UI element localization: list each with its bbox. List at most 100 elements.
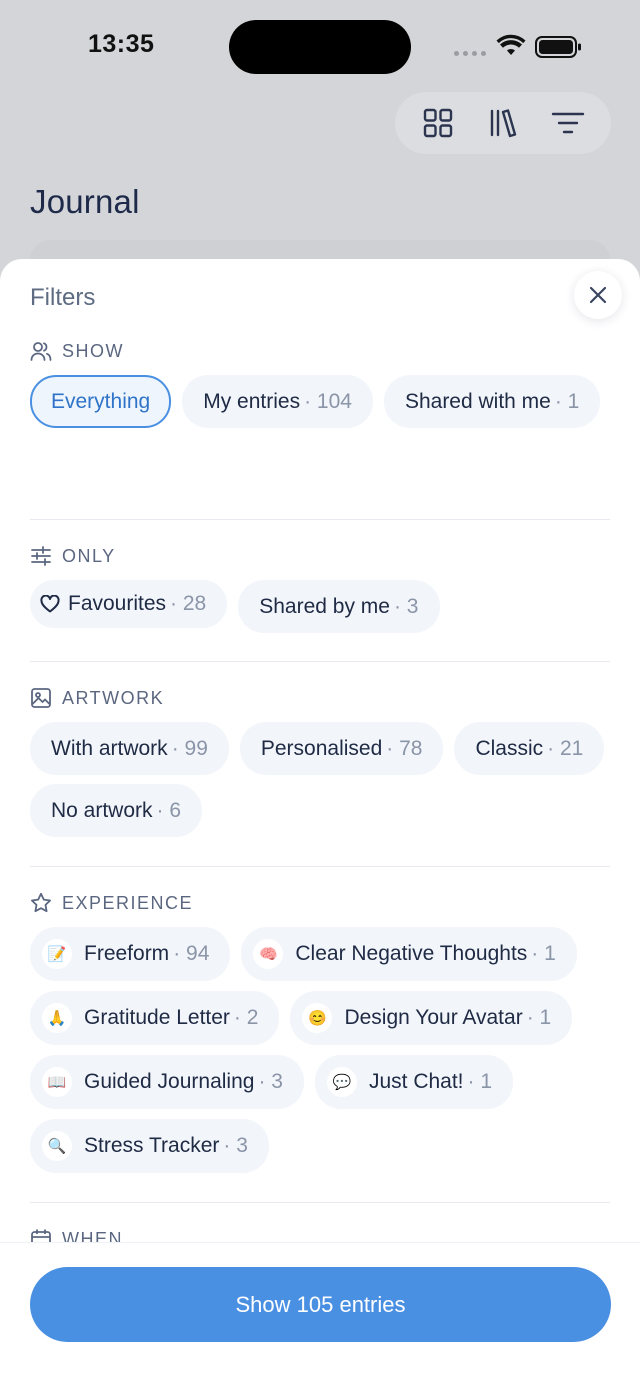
divider <box>30 866 610 867</box>
section-when: WHEN <box>30 1227 610 1242</box>
battery-icon <box>535 36 581 58</box>
chip-label: With artwork <box>51 736 168 760</box>
view-toolbar <box>395 92 611 154</box>
chip-label: No artwork <box>51 798 153 822</box>
close-icon <box>589 286 607 304</box>
chip-label: Just Chat! <box>368 1070 464 1093</box>
sliders-icon <box>31 546 51 566</box>
grid-view-button[interactable] <box>413 98 463 148</box>
chip-count: · 1 <box>526 1006 552 1029</box>
section-header: SHOW <box>30 339 610 363</box>
chip-count: · 99 <box>171 736 208 760</box>
section-show: SHOW Everything My entries · 104 Shared w… <box>30 339 610 428</box>
chat-icon: 💬 <box>326 1067 357 1097</box>
chip-label: Clear Negative Thoughts <box>295 942 528 965</box>
section-experience: EXPERIENCE 📝 Freeform · 94 🧠 Clear Negati… <box>30 891 610 1173</box>
library-view-button[interactable] <box>478 98 528 148</box>
chip-gratitude-letter[interactable]: 🙏 Gratitude Letter · 2 <box>30 991 280 1045</box>
chip-label: Freeform <box>84 942 170 965</box>
chip-label: Everything <box>51 389 151 413</box>
chip-count: · 104 <box>304 389 352 413</box>
chip-classic[interactable]: Classic · 21 <box>454 722 605 775</box>
chip-with-artwork[interactable]: With artwork · 99 <box>30 722 229 775</box>
filters-sheet: Filters SHOW Everything My entries · 104 … <box>0 259 640 1391</box>
filters-scroll[interactable]: Filters SHOW Everything My entries · 104 … <box>0 259 640 1242</box>
chip-freeform[interactable]: 📝 Freeform · 94 <box>30 927 231 981</box>
section-label: ARTWORK <box>62 687 165 708</box>
chip-label: Favourites <box>68 592 167 615</box>
chip-label: Personalised <box>260 736 383 760</box>
wifi-icon <box>496 34 526 55</box>
image-icon <box>31 688 51 708</box>
chip-count: · 3 <box>223 1134 248 1157</box>
status-time: 13:35 <box>88 30 155 58</box>
chip-label: My entries <box>203 389 301 413</box>
chip-count: · 28 <box>170 592 207 615</box>
chip-label: Gratitude Letter <box>84 1006 230 1029</box>
divider <box>30 519 610 520</box>
chip-count: · 3 <box>393 594 419 618</box>
divider <box>30 661 610 662</box>
chip-just-chat[interactable]: 💬 Just Chat! · 1 <box>314 1055 514 1109</box>
chip-count: · 21 <box>547 736 584 760</box>
heart-icon <box>40 595 60 613</box>
section-only: ONLY Favourites · 28 Shared by me · 3 <box>30 544 610 633</box>
close-button[interactable] <box>574 271 622 319</box>
chip-label: Shared by me <box>259 594 390 618</box>
chip-stress-tracker[interactable]: 🔍 Stress Tracker · 3 <box>30 1119 269 1173</box>
chip-clear-negative-thoughts[interactable]: 🧠 Clear Negative Thoughts · 1 <box>241 927 577 981</box>
chip-count: · 78 <box>386 736 423 760</box>
grid-icon <box>423 108 452 138</box>
chip-favourites[interactable]: Favourites · 28 <box>30 580 228 628</box>
section-label: ONLY <box>62 545 116 566</box>
chip-no-artwork[interactable]: No artwork · 6 <box>30 784 203 837</box>
section-label: WHEN <box>62 1228 123 1243</box>
section-header: WHEN <box>30 1227 610 1242</box>
chip-shared-by-me[interactable]: Shared by me · 3 <box>238 580 440 633</box>
chip-my-entries[interactable]: My entries · 104 <box>182 375 373 428</box>
chip-label: Design Your Avatar <box>344 1006 523 1029</box>
chip-count: · 3 <box>258 1070 283 1093</box>
dynamic-island <box>229 20 411 74</box>
chip-count: · 1 <box>467 1070 493 1093</box>
chip-guided-journaling[interactable]: 📖 Guided Journaling · 3 <box>30 1055 304 1109</box>
show-entries-button[interactable]: Show 105 entries <box>30 1267 611 1342</box>
section-header: ARTWORK <box>30 686 610 710</box>
chip-label: Shared with me <box>404 389 551 413</box>
sheet-footer: Show 105 entries <box>0 1242 640 1391</box>
avatar-icon: 😊 <box>302 1003 333 1033</box>
section-header: EXPERIENCE <box>30 891 610 915</box>
filter-icon <box>552 112 585 134</box>
chip-label: Guided Journaling <box>84 1070 255 1093</box>
freeform-icon: 📝 <box>42 939 72 969</box>
page-title: Journal <box>30 183 140 220</box>
chip-everything[interactable]: Everything <box>30 375 172 428</box>
chip-shared-with-me[interactable]: Shared with me · 1 <box>383 375 601 428</box>
chip-personalised[interactable]: Personalised · 78 <box>239 722 444 775</box>
sheet-title: Filters <box>30 284 96 311</box>
book-icon: 📖 <box>42 1067 72 1097</box>
divider <box>30 1202 610 1203</box>
section-header: ONLY <box>30 544 610 568</box>
gratitude-icon: 🙏 <box>42 1003 72 1033</box>
chip-count: · 94 <box>173 942 210 965</box>
chip-label: Stress Tracker <box>84 1134 220 1157</box>
section-artwork: ARTWORK With artwork · 99 Personalised · 7… <box>30 686 610 837</box>
chip-count: · 2 <box>233 1006 259 1029</box>
chip-label: Classic <box>475 736 544 760</box>
chip-count: · 1 <box>531 942 556 965</box>
filter-button[interactable] <box>543 98 593 148</box>
library-icon <box>490 109 517 138</box>
calendar-icon <box>31 1229 51 1242</box>
brain-icon: 🧠 <box>253 939 284 969</box>
people-icon <box>30 342 52 361</box>
chip-design-your-avatar[interactable]: 😊 Design Your Avatar · 1 <box>290 991 573 1045</box>
section-label: SHOW <box>62 340 124 361</box>
status-bar: 13:35 <box>0 0 640 95</box>
magnifier-icon: 🔍 <box>42 1131 72 1161</box>
section-label: EXPERIENCE <box>62 892 194 913</box>
chip-count: · 1 <box>554 389 580 413</box>
cellular-signal-icon <box>454 51 486 56</box>
star-icon <box>31 892 51 913</box>
chip-count: · 6 <box>156 798 182 822</box>
